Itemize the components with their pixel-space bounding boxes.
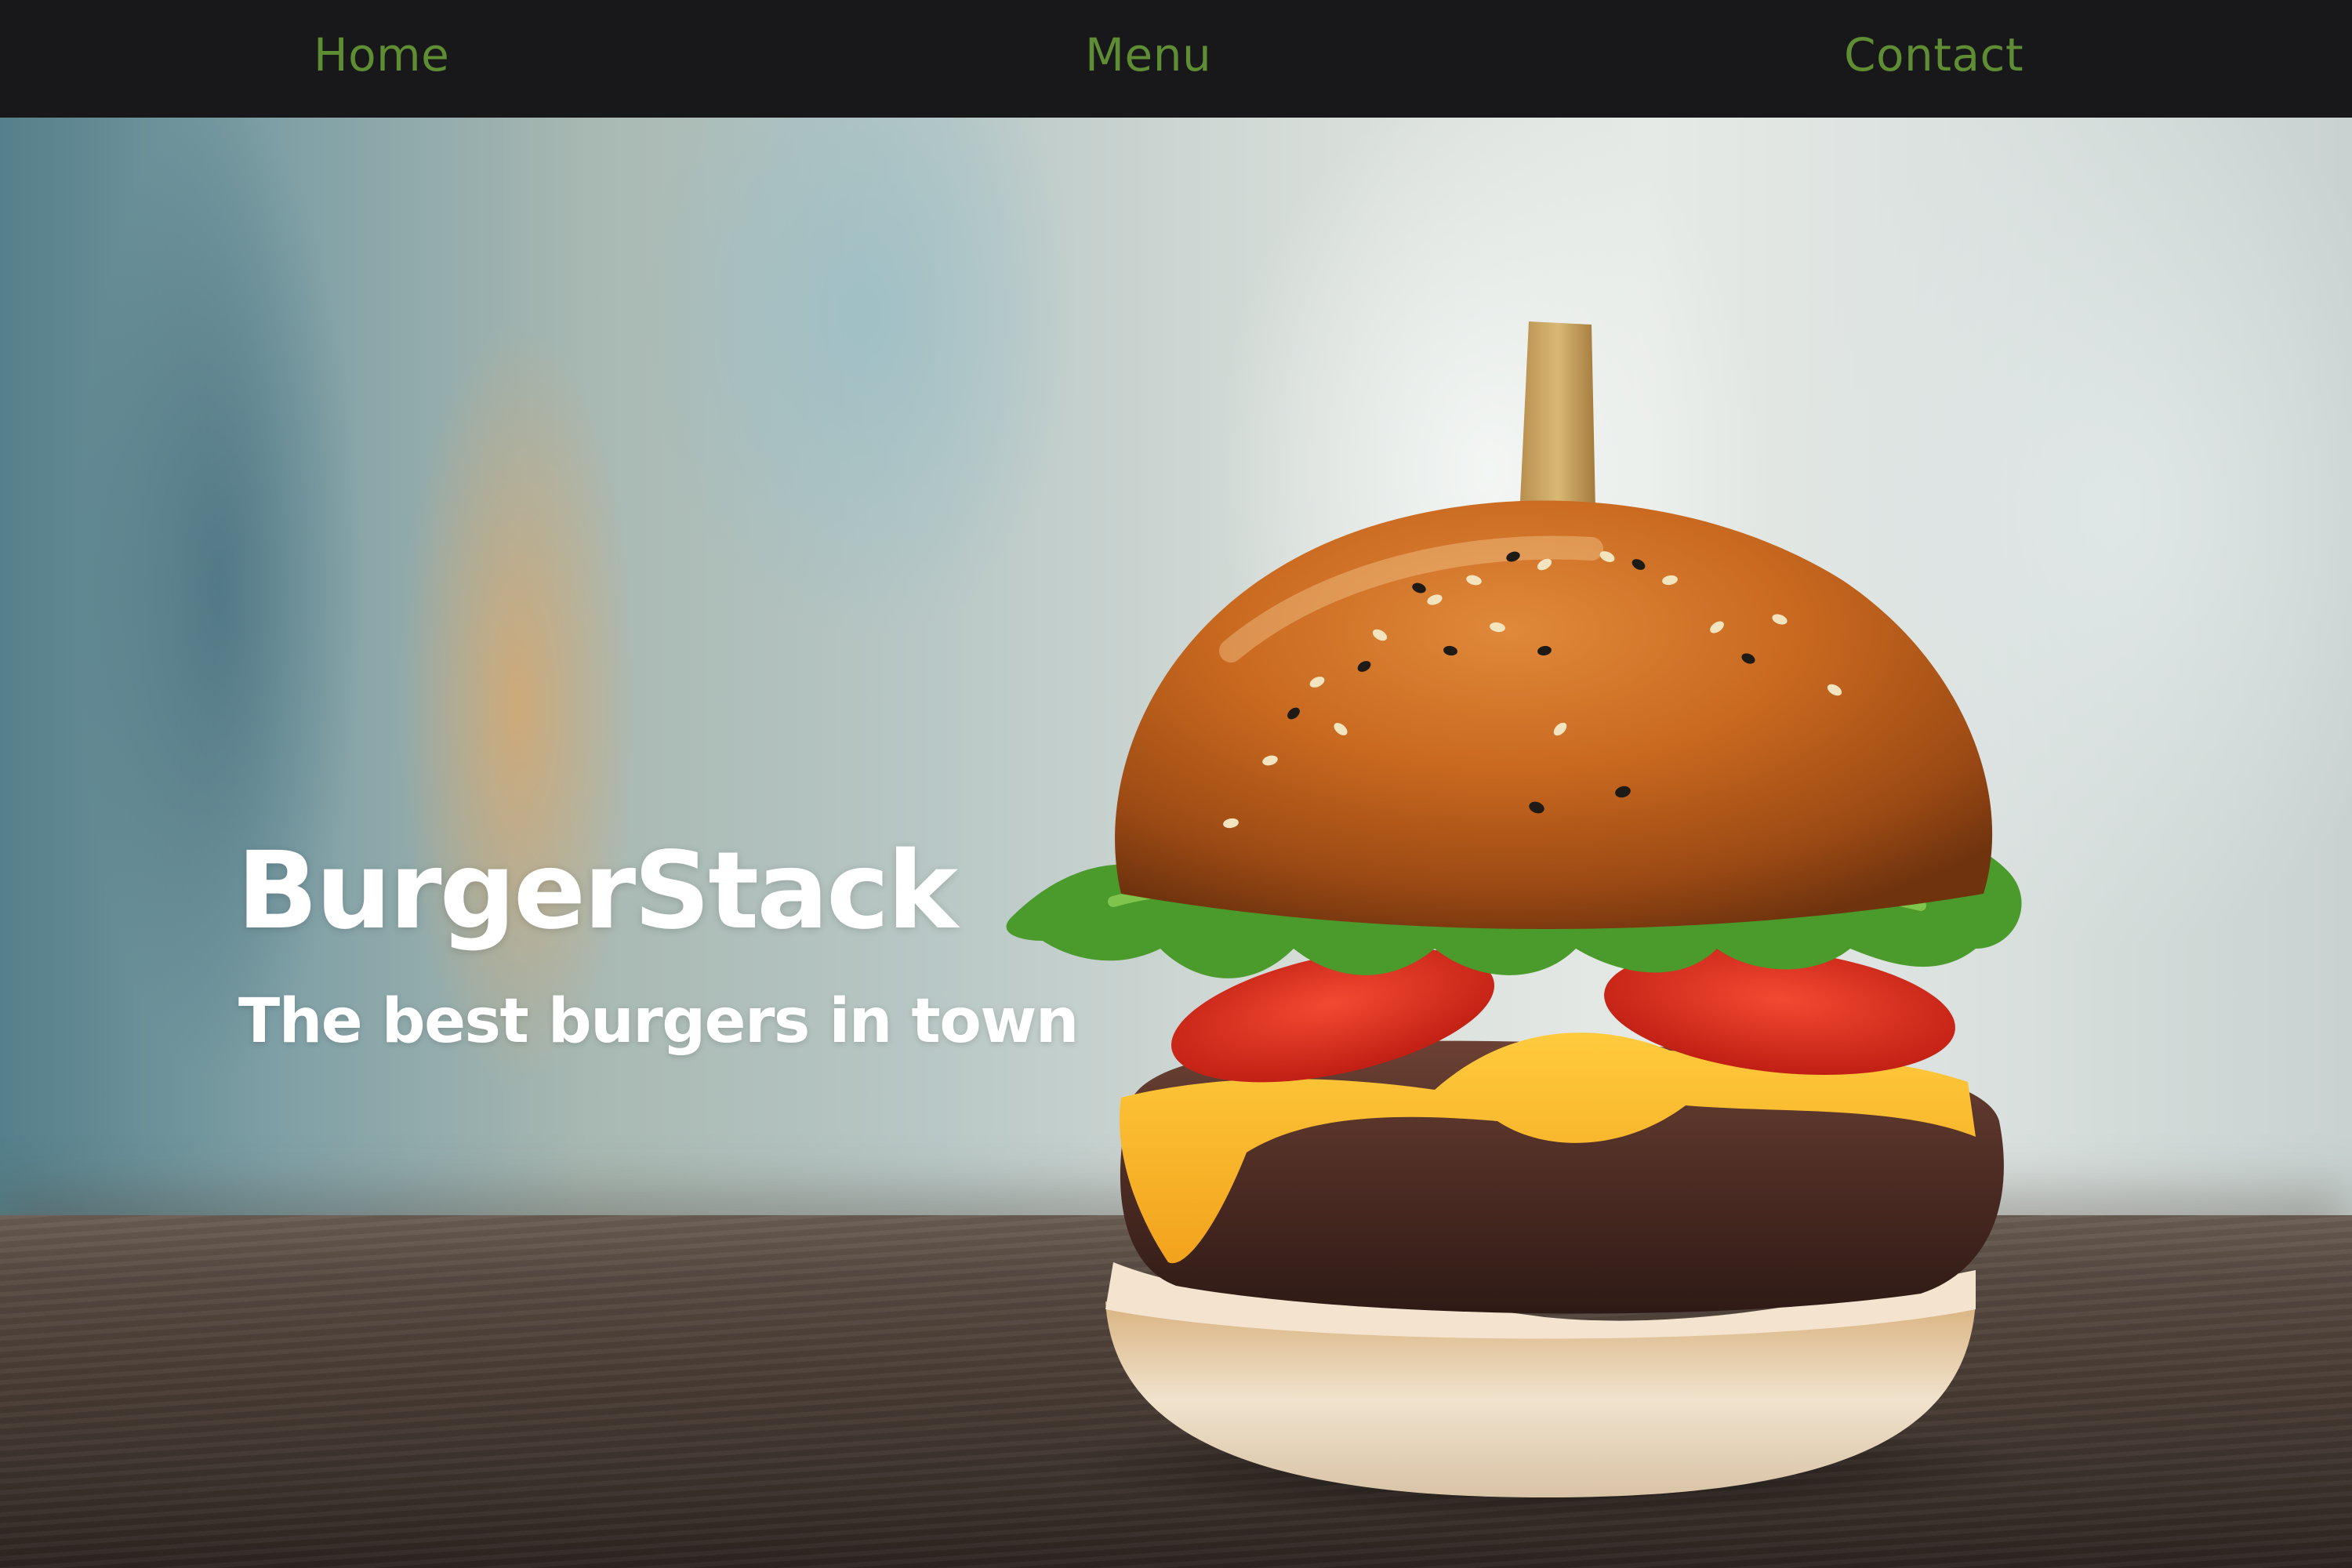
nav-link-contact[interactable]: Contact: [1844, 28, 2024, 82]
landing-page: Home Menu Contact BurgerStack The best b…: [0, 0, 2352, 1568]
top-navigation-bar: Home Menu Contact: [0, 0, 2352, 118]
hero-section: BurgerStack The best burgers in town: [0, 118, 2352, 1568]
nav-link-home[interactable]: Home: [314, 28, 449, 82]
hero-tagline: The best burgers in town: [238, 986, 1079, 1057]
burger-photo: [1006, 321, 2031, 1521]
nav-link-menu[interactable]: Menu: [1085, 28, 1211, 82]
hero-title: BurgerStack: [237, 829, 958, 953]
